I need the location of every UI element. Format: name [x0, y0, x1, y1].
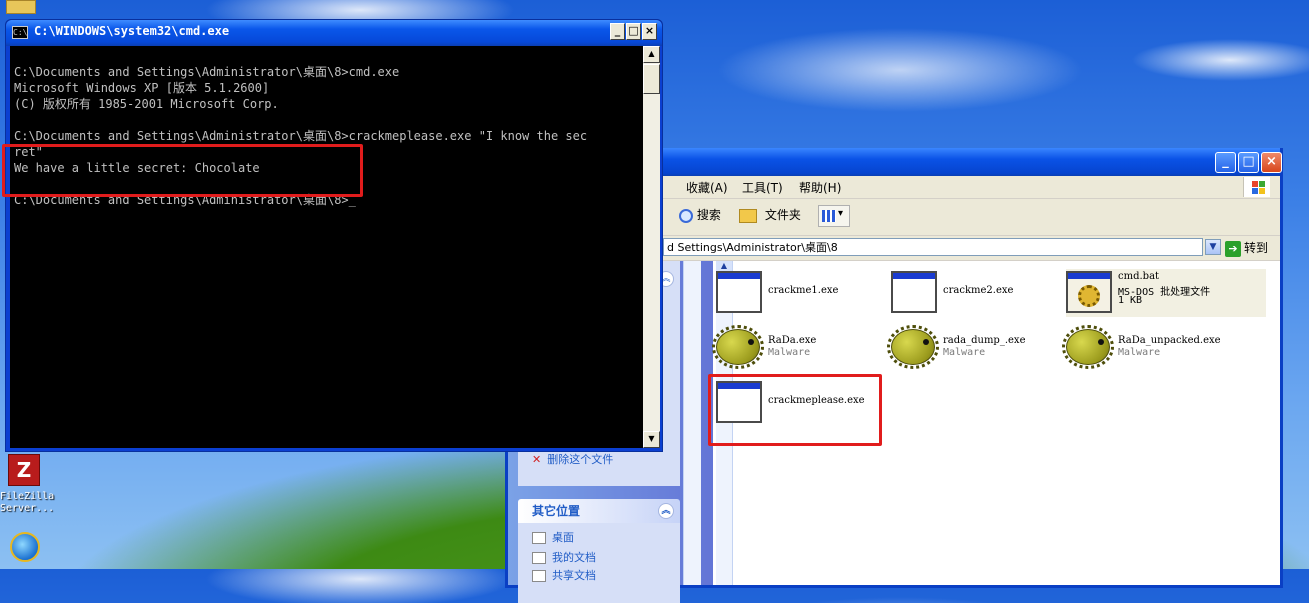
- delete-x-icon: ✕: [532, 453, 542, 466]
- explorer-minimize-button[interactable]: _: [1215, 152, 1236, 173]
- file-rada-dump[interactable]: rada_dump_.exe Malware: [887, 323, 1061, 371]
- place-my-documents-label: 我的文档: [552, 551, 596, 564]
- views-grid-icon: [822, 210, 836, 222]
- my-documents-icon: [532, 552, 546, 564]
- scroll-thumb[interactable]: [643, 64, 660, 94]
- file-name: RaDa.exe: [768, 335, 817, 346]
- pufferfish-icon: [1062, 325, 1114, 369]
- delete-file-label: 删除这个文件: [547, 453, 614, 466]
- desktop-place-icon: [532, 532, 546, 544]
- explorer-close-button[interactable]: ×: [1261, 152, 1282, 173]
- pufferfish-icon: [712, 325, 764, 369]
- console-icon: C:\: [12, 26, 28, 39]
- file-cmd-bat[interactable]: cmd.bat MS-DOS 批处理文件 1 KB: [1066, 269, 1266, 317]
- desktop-ie-icon[interactable]: [10, 532, 40, 562]
- place-my-documents[interactable]: 我的文档: [532, 549, 596, 565]
- file-rada[interactable]: RaDa.exe Malware: [712, 323, 886, 371]
- terminal-line: C:\Documents and Settings\Administrator\…: [14, 129, 588, 143]
- folder-icon: [739, 208, 757, 223]
- highlight-box-crackmeplease: [708, 374, 882, 446]
- menu-tools[interactable]: 工具(T): [742, 179, 783, 196]
- terminal-output[interactable]: C:\Documents and Settings\Administrator\…: [10, 46, 643, 448]
- address-dropdown-icon[interactable]: ▼: [1205, 239, 1221, 255]
- terminal-line: (C) 版权所有 1985-2001 Microsoft Corp.: [14, 97, 279, 111]
- desktop-filezilla-icon[interactable]: Z: [8, 454, 40, 486]
- scroll-down-icon[interactable]: ▼: [643, 431, 660, 448]
- filezilla-label-line2: Server...: [0, 503, 55, 514]
- file-name: RaDa_unpacked.exe: [1118, 335, 1221, 346]
- go-button[interactable]: ➔ 转到: [1225, 239, 1268, 257]
- search-button[interactable]: 搜索: [679, 206, 721, 223]
- search-label: 搜索: [696, 208, 721, 222]
- views-button[interactable]: ▾: [818, 205, 850, 227]
- windows-logo-icon: [1243, 177, 1270, 197]
- go-arrow-icon: ➔: [1225, 240, 1241, 257]
- file-size: 1 KB: [1118, 295, 1143, 306]
- file-name: crackme2.exe: [943, 285, 1014, 296]
- cmd-scrollbar[interactable]: ▲ ▼: [643, 46, 660, 448]
- go-label: 转到: [1244, 241, 1269, 255]
- filezilla-label-line1: FileZilla: [0, 491, 55, 502]
- batch-file-icon: [1066, 271, 1112, 313]
- file-subtitle: Malware: [1118, 347, 1161, 358]
- folders-button[interactable]: 文件夹: [739, 206, 801, 223]
- gear-icon: [1078, 285, 1100, 307]
- file-subtitle: Malware: [768, 347, 811, 358]
- other-places-chevron-icon[interactable]: ︽: [658, 503, 674, 519]
- other-places-panel: 桌面 我的文档 共享文档: [518, 523, 680, 603]
- other-places-header[interactable]: 其它位置 ︽: [518, 499, 680, 523]
- terminal-line: Microsoft Windows XP [版本 5.1.2600]: [14, 81, 270, 95]
- cmd-title: C:\WINDOWS\system32\cmd.exe: [34, 24, 230, 38]
- task-pane-scrollbar[interactable]: [683, 261, 701, 585]
- desktop-folder-icon[interactable]: [6, 0, 36, 14]
- shared-documents-icon: [532, 570, 546, 582]
- cmd-minimize-button[interactable]: _: [610, 23, 625, 40]
- menu-help[interactable]: 帮助(H): [799, 179, 841, 196]
- search-icon: [679, 208, 693, 223]
- file-name: cmd.bat: [1118, 271, 1160, 282]
- folders-label: 文件夹: [764, 208, 801, 222]
- file-crackme1[interactable]: crackme1.exe: [716, 269, 886, 317]
- address-field[interactable]: d Settings\Administrator\桌面\8: [663, 238, 1203, 256]
- file-subtitle: Malware: [943, 347, 986, 358]
- place-desktop-label: 桌面: [552, 531, 574, 544]
- highlight-box-secret-output: [2, 144, 363, 197]
- desktop-filezilla-label[interactable]: FileZilla Server...: [0, 491, 54, 515]
- file-name: rada_dump_.exe: [943, 335, 1026, 346]
- pufferfish-icon: [887, 325, 939, 369]
- file-name: crackme1.exe: [768, 285, 839, 296]
- explorer-maximize-button[interactable]: □: [1238, 152, 1259, 173]
- file-rada-unpacked[interactable]: RaDa_unpacked.exe Malware: [1062, 323, 1236, 371]
- delete-file-task[interactable]: ✕ 删除这个文件: [532, 451, 613, 467]
- scroll-up-icon[interactable]: ▲: [643, 46, 660, 63]
- file-crackme2[interactable]: crackme2.exe: [891, 269, 1061, 317]
- place-shared-documents-label: 共享文档: [552, 569, 596, 582]
- menu-favorites[interactable]: 收藏(A): [686, 179, 728, 196]
- cmd-maximize-button[interactable]: □: [626, 23, 641, 40]
- place-desktop[interactable]: 桌面: [532, 529, 574, 545]
- other-places-title: 其它位置: [532, 504, 581, 518]
- cmd-titlebar[interactable]: C:\ C:\WINDOWS\system32\cmd.exe _ □ ×: [6, 20, 662, 46]
- window-app-icon: [716, 271, 762, 313]
- views-dropdown-arrow: ▾: [838, 208, 844, 219]
- cmd-close-button[interactable]: ×: [642, 23, 657, 40]
- place-shared-documents[interactable]: 共享文档: [532, 567, 596, 583]
- cmd-window[interactable]: C:\ C:\WINDOWS\system32\cmd.exe _ □ × C:…: [5, 19, 663, 452]
- terminal-line: C:\Documents and Settings\Administrator\…: [14, 65, 400, 79]
- window-app-icon: [891, 271, 937, 313]
